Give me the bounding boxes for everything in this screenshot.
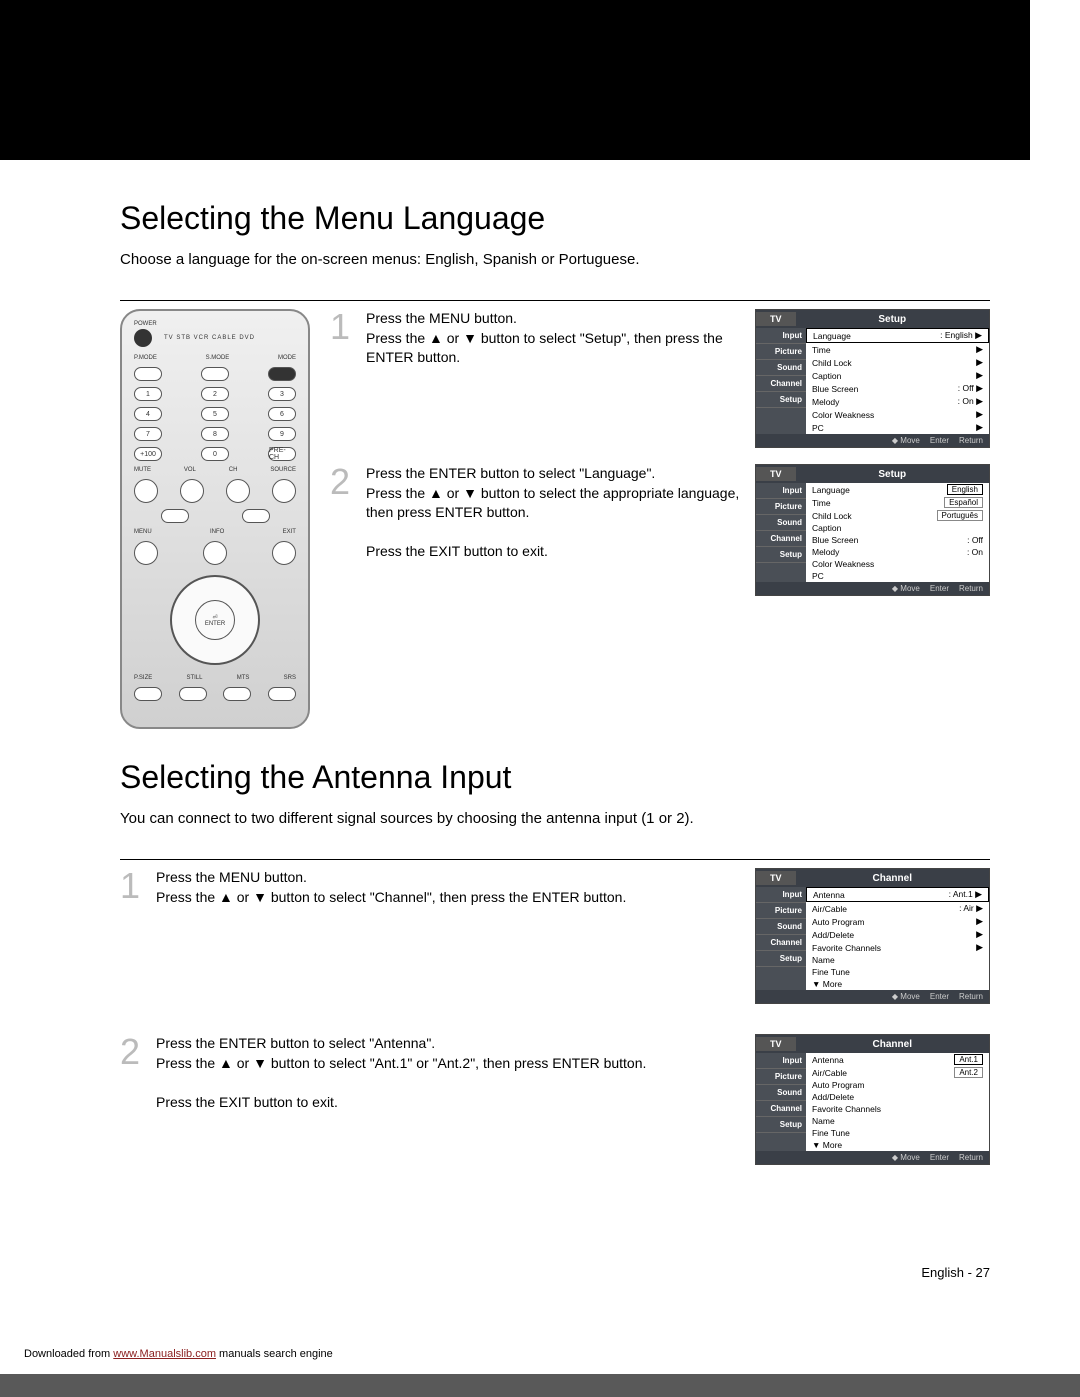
black-header-bar [0,0,1030,160]
intro-antenna-input: You can connect to two different signal … [120,808,990,829]
manualslib-link[interactable]: www.Manualslib.com [113,1348,216,1360]
remote-control-image: POWER TV STB VCR CABLE DVD P.MODE S.MODE… [120,309,310,729]
divider [120,300,990,301]
nav-ring: ⏎ENTER [170,575,260,665]
osd-channel-1: TVChannel InputPictureSoundChannelSetup … [755,868,990,1004]
step-number: 2 [330,464,356,596]
heading-menu-language: Selecting the Menu Language [120,200,990,237]
intro-menu-language: Choose a language for the on-screen menu… [120,249,990,270]
osd-channel-2: TVChannel InputPictureSoundChannelSetup … [755,1034,990,1165]
step-number: 1 [330,309,356,448]
step-number: 2 [120,1034,146,1165]
antenna-step-2-text: Press the ENTER button to select "Antenn… [156,1034,735,1165]
osd-setup-1: TVSetup InputPictureSoundChannelSetup La… [755,309,990,448]
osd-setup-2: TVSetup InputPictureSoundChannelSetup La… [755,464,990,596]
divider [120,859,990,860]
step-2-text: Press the ENTER button to select "Langua… [366,464,745,596]
antenna-step-1-text: Press the MENU button. Press the ▲ or ▼ … [156,868,735,1004]
page-footer: English - 27 [921,1265,990,1280]
step-number: 1 [120,868,146,1004]
step-1-text: Press the MENU button. Press the ▲ or ▼ … [366,309,745,448]
download-footer: Downloaded from www.Manualslib.com manua… [0,1340,1080,1374]
power-button-icon [134,329,152,347]
heading-antenna-input: Selecting the Antenna Input [120,759,990,796]
